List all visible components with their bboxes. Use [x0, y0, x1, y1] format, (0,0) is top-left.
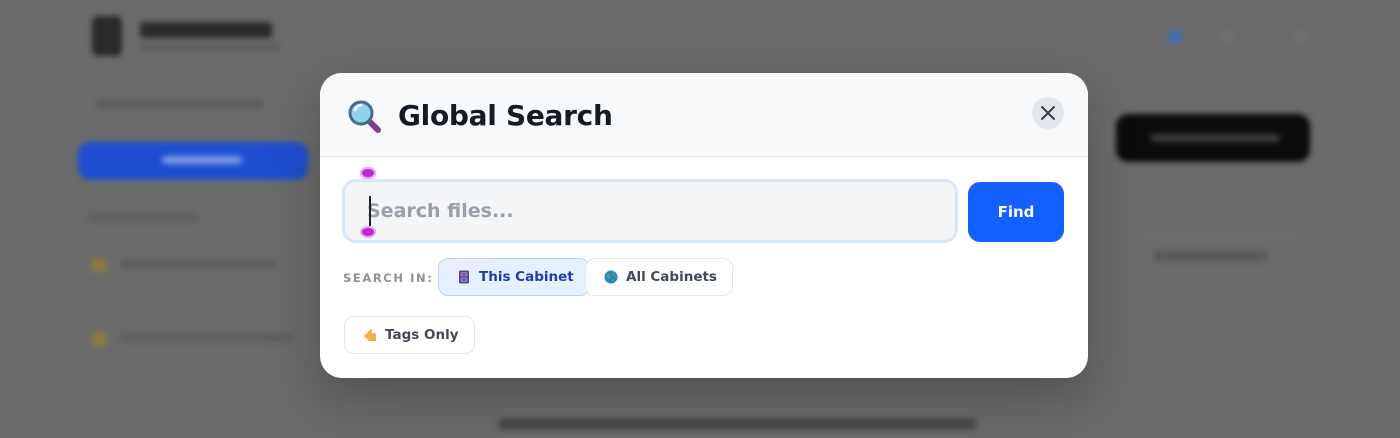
- sidebar-text-blurred: [120, 260, 276, 268]
- header-icon: [1294, 30, 1308, 44]
- modal-title: Global Search: [398, 99, 613, 132]
- app-logo: [92, 16, 122, 56]
- header-icon: [1220, 30, 1234, 44]
- cabinet-icon: [459, 270, 469, 284]
- modal-header: Global Search: [320, 73, 1088, 157]
- close-icon: [1041, 106, 1055, 120]
- search-row: Find: [342, 167, 1066, 243]
- search-field: [342, 179, 958, 243]
- text-cursor: [369, 196, 371, 226]
- sidebar-active-label-blurred: [162, 156, 242, 164]
- scope-tags-only[interactable]: Tags Only: [344, 316, 475, 354]
- scope-this-cabinet-label: This Cabinet: [479, 269, 574, 285]
- scope-all-cabinets[interactable]: All Cabinets: [585, 258, 733, 296]
- magnifier-icon: [348, 100, 381, 133]
- background-row-blurred: [498, 418, 976, 430]
- folder-icon: [92, 332, 106, 346]
- scope-all-cabinets-label: All Cabinets: [626, 269, 717, 285]
- selection-handle-top[interactable]: [360, 167, 376, 179]
- sidebar-text-blurred: [120, 334, 292, 342]
- header-status-icon: [1168, 30, 1182, 44]
- divider: [1130, 236, 1300, 237]
- tag-icon: [364, 329, 376, 341]
- scope-this-cabinet[interactable]: This Cabinet: [438, 258, 590, 296]
- scope-tags-only-label: Tags Only: [385, 327, 459, 343]
- folder-icon: [92, 258, 106, 272]
- app-title-blurred: [140, 22, 272, 38]
- sidebar-section-blurred: [88, 214, 198, 222]
- selection-handle-bottom[interactable]: [360, 226, 376, 238]
- find-button[interactable]: Find: [968, 182, 1064, 242]
- background-pill-blurred: [1154, 250, 1266, 262]
- close-button[interactable]: [1032, 97, 1064, 129]
- search-input[interactable]: [345, 182, 955, 240]
- global-search-modal: Global Search Find SEARCH IN: This Cabin…: [320, 73, 1088, 378]
- search-in-label: SEARCH IN:: [343, 271, 434, 285]
- globe-icon: [604, 270, 618, 284]
- app-subtitle-blurred: [140, 44, 280, 50]
- background-button-label-blurred: [1150, 134, 1280, 142]
- sidebar-text-blurred: [96, 100, 264, 108]
